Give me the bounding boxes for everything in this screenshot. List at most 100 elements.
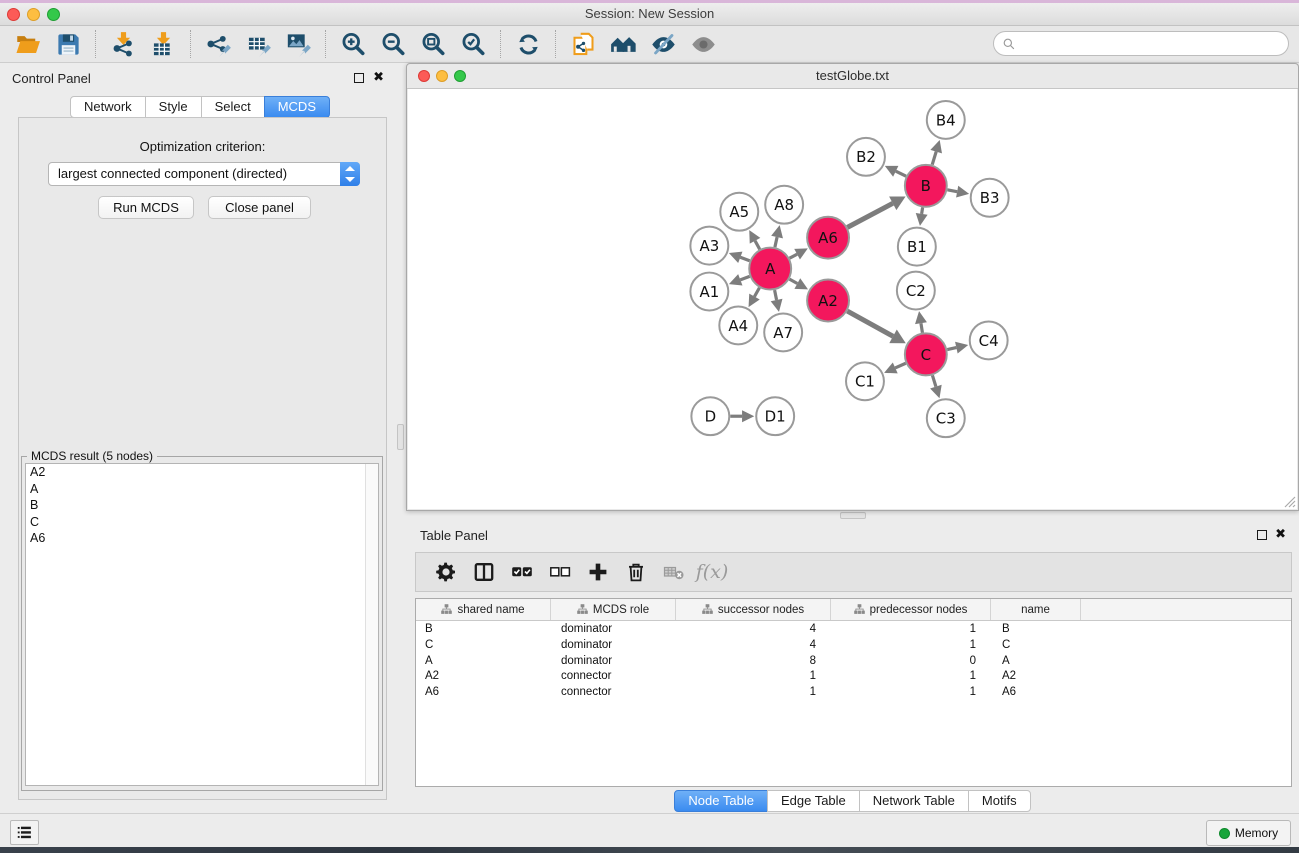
graph-node-C2[interactable]: C2 [897, 272, 935, 310]
column-header-name[interactable]: name [991, 599, 1081, 620]
mcds-result-item[interactable]: A6 [26, 530, 378, 547]
zoom-window-traffic-light[interactable] [47, 8, 60, 21]
show-panels-list-button[interactable] [10, 820, 39, 845]
refresh-layout-icon[interactable] [508, 28, 548, 60]
graph-node-A6[interactable]: A6 [807, 217, 849, 259]
column-header-MCDS-role[interactable]: MCDS role [551, 599, 676, 620]
tab-motifs[interactable]: Motifs [968, 790, 1031, 812]
graph-node-B[interactable]: B [905, 165, 947, 207]
hide-graphics-details-icon[interactable] [643, 28, 683, 60]
column-header-successor-nodes[interactable]: successor nodes [676, 599, 831, 620]
tab-edge-table[interactable]: Edge Table [767, 790, 860, 812]
search-field[interactable] [993, 31, 1289, 56]
select-stepper[interactable] [340, 162, 360, 186]
graph-node-A5[interactable]: A5 [720, 193, 758, 231]
optimization-criterion-select[interactable]: largest connected component (directed) [48, 162, 360, 186]
delete-column-icon[interactable] [623, 559, 649, 585]
tab-network-table[interactable]: Network Table [859, 790, 969, 812]
network-graph[interactable]: B4 B2 B B3 B1 A5A8 A6 A3 A A1 A2 A4 A7 C2 C4 C C1 C3 D D1 [408, 89, 1297, 509]
graph-node-A7[interactable]: A7 [764, 313, 802, 351]
minimize-window-traffic-light[interactable] [27, 8, 40, 21]
window-resize-grip[interactable] [1282, 494, 1296, 508]
network-window-titlebar[interactable]: testGlobe.txt [407, 64, 1298, 89]
graph-node-C3[interactable]: C3 [927, 399, 965, 437]
zoom-fit-icon[interactable] [413, 28, 453, 60]
split-columns-icon[interactable] [471, 559, 497, 585]
mcds-result-list[interactable]: A2ABCA6 [25, 463, 379, 786]
vertical-splitter-grip[interactable] [397, 424, 404, 450]
close-panel-button[interactable]: Close panel [208, 196, 311, 219]
close-window-traffic-light[interactable] [7, 8, 20, 21]
svg-text:A6: A6 [818, 229, 838, 247]
graph-node-B4[interactable]: B4 [927, 101, 965, 139]
horizontal-splitter-grip[interactable] [840, 512, 866, 519]
import-network-icon[interactable] [103, 28, 143, 60]
select-all-checkboxes-icon[interactable] [509, 559, 535, 585]
float-panel-icon[interactable] [354, 73, 364, 83]
network-canvas[interactable]: B4 B2 B B3 B1 A5A8 A6 A3 A A1 A2 A4 A7 C2 C4 C C1 C3 D D1 [408, 89, 1297, 509]
column-header-predecessor-nodes[interactable]: predecessor nodes [831, 599, 991, 620]
svg-text:A4: A4 [728, 317, 748, 335]
save-icon[interactable] [48, 28, 88, 60]
gear-icon[interactable] [433, 559, 459, 585]
table-row[interactable]: Cdominator41C [416, 637, 1291, 653]
tab-network[interactable]: Network [70, 96, 146, 118]
export-table-icon[interactable] [238, 28, 278, 60]
graph-node-B3[interactable]: B3 [971, 179, 1009, 217]
column-header-empty[interactable] [1081, 599, 1291, 620]
graph-node-A4[interactable]: A4 [719, 306, 757, 344]
close-panel-icon[interactable]: ✖ [373, 70, 384, 85]
network-minimize-traffic-light[interactable] [436, 70, 448, 82]
table-row[interactable]: A6connector11A6 [416, 684, 1291, 700]
function-builder-icon[interactable]: f(x) [699, 559, 725, 585]
run-mcds-button[interactable]: Run MCDS [98, 196, 194, 219]
table-row[interactable]: Adominator80A [416, 653, 1291, 669]
table-row[interactable]: A2connector11A2 [416, 668, 1291, 684]
graph-node-C4[interactable]: C4 [970, 321, 1008, 359]
graph-node-D1[interactable]: D1 [756, 397, 794, 435]
graph-node-A[interactable]: A [749, 248, 791, 290]
open-folder-icon[interactable] [8, 28, 48, 60]
tab-style[interactable]: Style [145, 96, 202, 118]
network-zoom-traffic-light[interactable] [454, 70, 466, 82]
delete-table-icon[interactable] [661, 559, 687, 585]
tab-node-table[interactable]: Node Table [674, 790, 768, 812]
graph-node-D[interactable]: D [691, 397, 729, 435]
deselect-all-checkboxes-icon[interactable] [547, 559, 573, 585]
zoom-out-icon[interactable] [373, 28, 413, 60]
graph-node-C[interactable]: C [905, 333, 947, 375]
table-cell: 1 [831, 637, 991, 653]
mcds-result-item[interactable]: C [26, 514, 378, 531]
network-close-traffic-light[interactable] [418, 70, 430, 82]
home-view-icon[interactable] [603, 28, 643, 60]
export-image-icon[interactable] [278, 28, 318, 60]
table-row[interactable]: Bdominator41B [416, 621, 1291, 637]
graph-node-A1[interactable]: A1 [690, 273, 728, 311]
result-scrollbar[interactable] [365, 464, 378, 785]
zoom-in-icon[interactable] [333, 28, 373, 60]
import-table-icon[interactable] [143, 28, 183, 60]
show-graphics-details-icon[interactable] [683, 28, 723, 60]
mcds-result-item[interactable]: A2 [26, 464, 378, 481]
tab-mcds[interactable]: MCDS [264, 96, 330, 118]
svg-text:D: D [705, 408, 717, 426]
graph-node-B1[interactable]: B1 [898, 228, 936, 266]
add-column-icon[interactable] [585, 559, 611, 585]
tab-select[interactable]: Select [201, 96, 265, 118]
search-input[interactable] [1016, 37, 1288, 51]
memory-button[interactable]: Memory [1206, 820, 1291, 846]
graph-node-A3[interactable]: A3 [690, 227, 728, 265]
control-panel-header: Control Panel ✖ [4, 64, 396, 92]
graph-node-A8[interactable]: A8 [765, 186, 803, 224]
graph-node-A2[interactable]: A2 [807, 280, 849, 322]
float-table-panel-icon[interactable] [1257, 530, 1267, 540]
zoom-selected-icon[interactable] [453, 28, 493, 60]
mcds-result-item[interactable]: B [26, 497, 378, 514]
clone-network-icon[interactable] [563, 28, 603, 60]
export-network-icon[interactable] [198, 28, 238, 60]
mcds-result-item[interactable]: A [26, 481, 378, 498]
graph-node-B2[interactable]: B2 [847, 138, 885, 176]
column-header-shared-name[interactable]: shared name [416, 599, 551, 620]
close-table-panel-icon[interactable]: ✖ [1275, 527, 1286, 542]
graph-node-C1[interactable]: C1 [846, 362, 884, 400]
